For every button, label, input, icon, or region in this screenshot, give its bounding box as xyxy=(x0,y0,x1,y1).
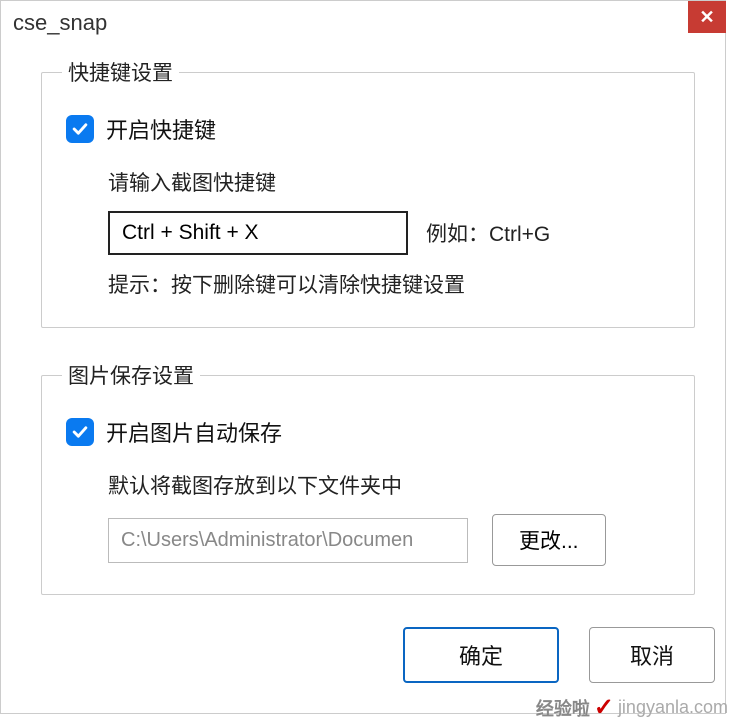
save-path-row: 更改... xyxy=(108,514,670,566)
close-icon: ✕ xyxy=(699,7,714,28)
hotkey-input-label: 请输入截图快捷键 xyxy=(108,167,670,197)
save-legend: 图片保存设置 xyxy=(62,360,200,390)
watermark: 经验啦 ✓ jingyanla.com xyxy=(536,693,728,722)
hotkey-input[interactable] xyxy=(108,211,408,255)
hotkey-fieldset: 快捷键设置 开启快捷键 请输入截图快捷键 例如：Ctrl+G 提示：按下删除键可… xyxy=(41,57,695,328)
enable-autosave-label: 开启图片自动保存 xyxy=(106,416,282,448)
check-icon xyxy=(70,119,90,139)
enable-hotkey-row: 开启快捷键 xyxy=(66,113,670,145)
watermark-brand: 经验啦 xyxy=(536,695,590,721)
enable-hotkey-label: 开启快捷键 xyxy=(106,113,216,145)
enable-hotkey-checkbox[interactable] xyxy=(66,115,94,143)
hotkey-hint: 提示：按下删除键可以清除快捷键设置 xyxy=(108,269,670,299)
settings-window: cse_snap ✕ 快捷键设置 开启快捷键 请输入截图快捷键 例如：Ctrl+… xyxy=(0,0,726,714)
cancel-button[interactable]: 取消 xyxy=(589,627,715,683)
dialog-buttons: 确定 取消 xyxy=(41,627,695,683)
save-fieldset: 图片保存设置 开启图片自动保存 默认将截图存放到以下文件夹中 更改... xyxy=(41,360,695,595)
ok-button[interactable]: 确定 xyxy=(403,627,559,683)
hotkey-details: 请输入截图快捷键 例如：Ctrl+G 提示：按下删除键可以清除快捷键设置 xyxy=(108,167,670,299)
window-title: cse_snap xyxy=(13,10,107,36)
hotkey-legend: 快捷键设置 xyxy=(62,57,179,87)
hotkey-input-row: 例如：Ctrl+G xyxy=(108,211,670,255)
save-path-input[interactable] xyxy=(108,518,468,563)
watermark-site: jingyanla.com xyxy=(618,697,728,718)
check-icon xyxy=(70,422,90,442)
save-details: 默认将截图存放到以下文件夹中 更改... xyxy=(108,470,670,566)
enable-autosave-row: 开启图片自动保存 xyxy=(66,416,670,448)
titlebar: cse_snap ✕ xyxy=(1,1,725,45)
content-area: 快捷键设置 开启快捷键 请输入截图快捷键 例如：Ctrl+G 提示：按下删除键可… xyxy=(1,45,725,683)
save-path-label: 默认将截图存放到以下文件夹中 xyxy=(108,470,670,500)
change-path-button[interactable]: 更改... xyxy=(492,514,606,566)
watermark-check-icon: ✓ xyxy=(594,693,614,722)
close-button[interactable]: ✕ xyxy=(688,1,726,33)
enable-autosave-checkbox[interactable] xyxy=(66,418,94,446)
hotkey-example: 例如：Ctrl+G xyxy=(426,218,550,248)
